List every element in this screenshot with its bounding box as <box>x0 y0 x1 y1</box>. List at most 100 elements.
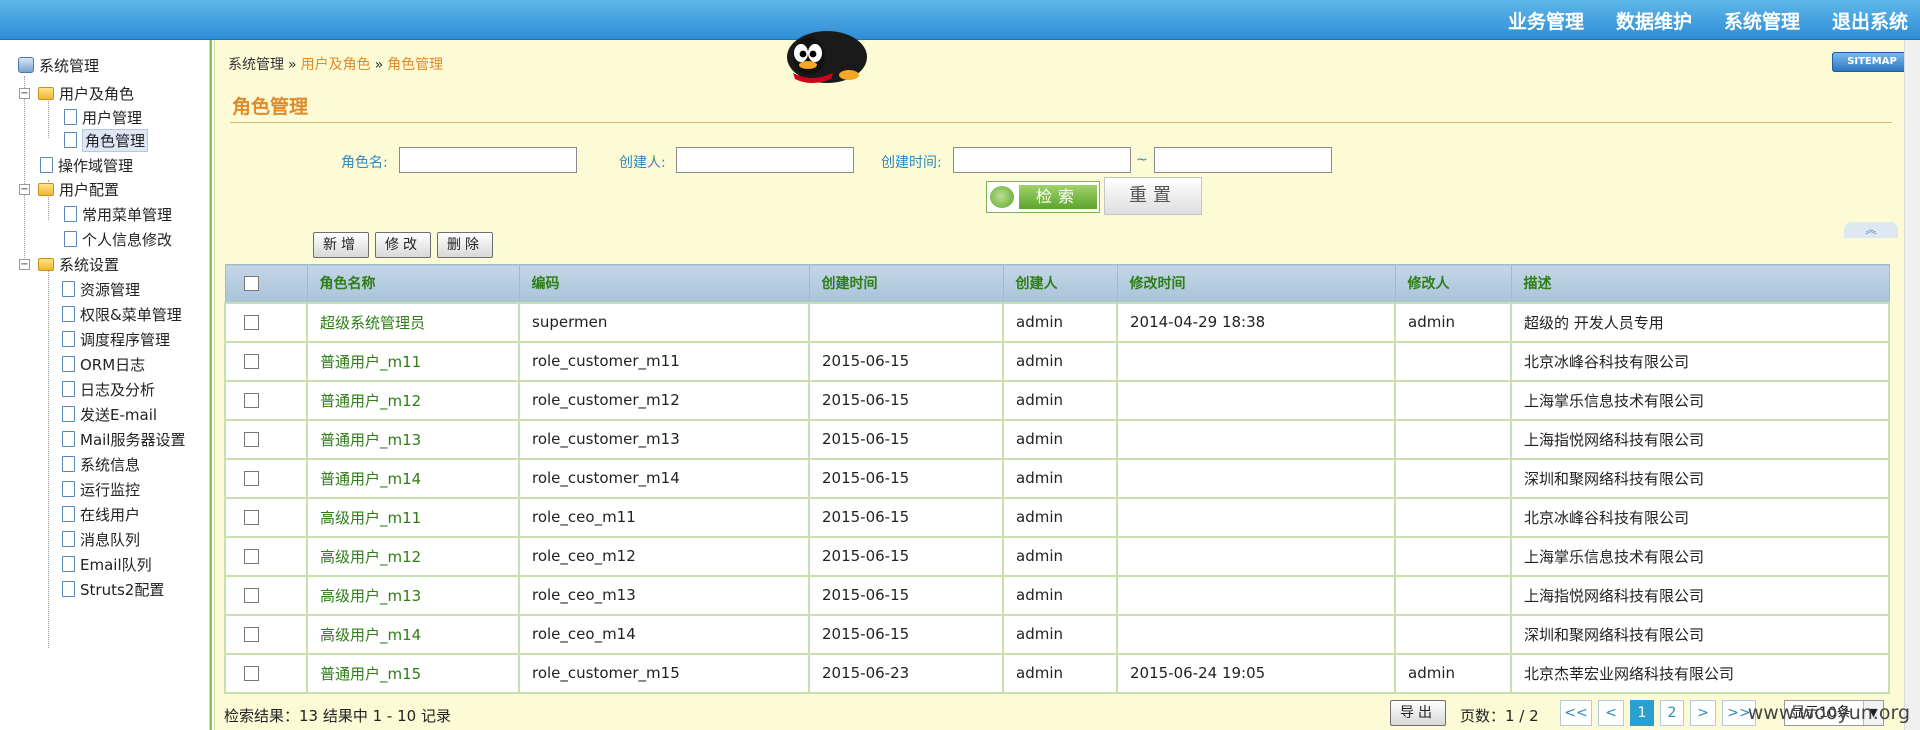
sidebar-item-role-management[interactable]: 角色管理 <box>64 128 149 152</box>
creator-cell: admin <box>1002 418 1118 460</box>
role-name-cell[interactable]: 高级用户_m13 <box>306 574 520 616</box>
page-2-button[interactable]: 2 <box>1660 700 1684 726</box>
sidebar-item-system-info[interactable]: 系统信息 <box>62 453 140 475</box>
sidebar-item-domain-management[interactable]: 操作域管理 <box>40 154 133 176</box>
export-button[interactable]: 导出 <box>1390 700 1446 726</box>
add-button[interactable]: 新增 <box>313 232 369 258</box>
first-page-button[interactable]: << <box>1560 700 1592 726</box>
select-all-checkbox[interactable] <box>243 275 259 291</box>
reset-button[interactable]: 重置 <box>1104 177 1202 215</box>
modified-time-cell <box>1116 496 1396 538</box>
role-name-cell[interactable]: 高级用户_m11 <box>306 496 520 538</box>
breadcrumb-users-and-roles[interactable]: 用户及角色 <box>301 57 371 73</box>
row-checkbox[interactable] <box>244 588 259 603</box>
sidebar-item-user-config[interactable]: 用户配置 <box>38 178 119 200</box>
folder-open-icon <box>38 86 54 100</box>
page-icon <box>62 456 75 472</box>
description-cell: 上海指悦网络科技有限公司 <box>1510 574 1890 616</box>
sitemap-button[interactable]: SITEMAP <box>1832 52 1912 72</box>
row-checkbox[interactable] <box>244 432 259 447</box>
row-checkbox[interactable] <box>244 354 259 369</box>
prev-page-button[interactable]: < <box>1598 700 1624 726</box>
row-checkbox[interactable] <box>244 315 259 330</box>
sidebar-item-send-email[interactable]: 发送E-mail <box>62 403 157 425</box>
role-name-cell[interactable]: 超级系统管理员 <box>306 301 520 343</box>
page-1-button[interactable]: 1 <box>1630 700 1654 726</box>
breadcrumb-root[interactable]: 系统管理 <box>228 57 284 73</box>
column-header-code[interactable]: 编码 <box>518 264 810 303</box>
code-cell: supermen <box>518 301 810 343</box>
tree-root-system-management[interactable]: 系统管理 <box>18 54 99 76</box>
sidebar-item-orm-log[interactable]: ORM日志 <box>62 353 145 375</box>
row-checkbox[interactable] <box>244 627 259 642</box>
sidebar-item-common-menu[interactable]: 常用菜单管理 <box>64 203 172 225</box>
role-name-cell[interactable]: 普通用户_m13 <box>306 418 520 460</box>
sidebar-item-monitoring[interactable]: 运行监控 <box>62 478 140 500</box>
next-page-button[interactable]: > <box>1690 700 1716 726</box>
search-button[interactable]: 检索 <box>986 181 1100 213</box>
main-scrollbar[interactable] <box>1904 40 1920 730</box>
creator-cell: admin <box>1002 457 1118 499</box>
sidebar-item-users-and-roles[interactable]: 用户及角色 <box>38 82 134 104</box>
top-bar: 业务管理 数据维护 系统管理 退出系统 <box>0 0 1920 40</box>
sidebar-item-scheduler[interactable]: 调度程序管理 <box>62 328 170 350</box>
computer-icon <box>18 57 34 73</box>
row-checkbox[interactable] <box>244 666 259 681</box>
column-header-creator[interactable]: 创建人 <box>1002 264 1118 303</box>
created-time-label: 创建时间: <box>881 155 942 171</box>
description-cell: 北京杰莘宏业网络科技有限公司 <box>1510 652 1890 694</box>
page-icon <box>62 531 75 547</box>
sidebar-item-email-queue[interactable]: Email队列 <box>62 553 152 575</box>
collapse-toggle-icon[interactable]: − <box>19 184 30 195</box>
sidebar-item-profile-edit[interactable]: 个人信息修改 <box>64 228 172 250</box>
modifier-cell <box>1394 457 1512 499</box>
row-checkbox[interactable] <box>244 471 259 486</box>
sidebar-item-log-analysis[interactable]: 日志及分析 <box>62 378 155 400</box>
sidebar-item-permission-menu[interactable]: 权限&菜单管理 <box>62 303 182 325</box>
sidebar-item-message-queue[interactable]: 消息队列 <box>62 528 140 550</box>
modified-time-cell <box>1116 418 1396 460</box>
edit-button[interactable]: 修改 <box>375 232 431 258</box>
role-name-input[interactable] <box>399 147 577 173</box>
role-name-cell[interactable]: 普通用户_m15 <box>306 652 520 694</box>
created-time-cell: 2015-06-15 <box>808 535 1004 577</box>
description-cell: 上海掌乐信息技术有限公司 <box>1510 535 1890 577</box>
modified-time-cell <box>1116 457 1396 499</box>
nav-business[interactable]: 业务管理 <box>1508 7 1584 34</box>
role-name-label: 角色名: <box>341 155 388 171</box>
column-header-modified-time[interactable]: 修改时间 <box>1116 264 1396 303</box>
collapse-toggle-icon[interactable]: − <box>19 88 30 99</box>
row-checkbox[interactable] <box>244 510 259 525</box>
delete-button[interactable]: 删除 <box>437 232 493 258</box>
role-name-cell[interactable]: 高级用户_m12 <box>306 535 520 577</box>
page-icon <box>64 206 77 222</box>
collapse-toggle-icon[interactable]: − <box>19 259 30 270</box>
created-time-cell <box>808 301 1004 343</box>
sidebar-item-struts2-config[interactable]: Struts2配置 <box>62 578 164 600</box>
modified-time-cell: 2015-06-24 19:05 <box>1116 652 1396 694</box>
column-header-role-name[interactable]: 角色名称 <box>306 264 520 303</box>
sidebar-item-online-users[interactable]: 在线用户 <box>62 503 140 525</box>
column-header-description[interactable]: 描述 <box>1510 264 1890 303</box>
nav-logout[interactable]: 退出系统 <box>1832 7 1908 34</box>
created-time-end-input[interactable] <box>1154 147 1332 173</box>
role-name-cell[interactable]: 普通用户_m14 <box>306 457 520 499</box>
sidebar-divider[interactable] <box>210 40 212 730</box>
breadcrumb-role-management[interactable]: 角色管理 <box>387 57 443 73</box>
created-time-start-input[interactable] <box>953 147 1131 173</box>
row-checkbox[interactable] <box>244 393 259 408</box>
column-header-modifier[interactable]: 修改人 <box>1394 264 1512 303</box>
sidebar-item-system-settings[interactable]: 系统设置 <box>38 253 119 275</box>
role-name-cell[interactable]: 普通用户_m12 <box>306 379 520 421</box>
sidebar-item-mail-server[interactable]: Mail服务器设置 <box>62 428 185 450</box>
role-name-cell[interactable]: 高级用户_m14 <box>306 613 520 655</box>
sidebar-item-resource-management[interactable]: 资源管理 <box>62 278 140 300</box>
nav-system-management[interactable]: 系统管理 <box>1724 7 1800 34</box>
sidebar-item-user-management[interactable]: 用户管理 <box>64 106 142 128</box>
collapse-search-button[interactable]: ︽ <box>1844 222 1898 238</box>
role-name-cell[interactable]: 普通用户_m11 <box>306 340 520 382</box>
creator-input[interactable] <box>676 147 854 173</box>
row-checkbox[interactable] <box>244 549 259 564</box>
nav-data-maintenance[interactable]: 数据维护 <box>1616 7 1692 34</box>
column-header-created-time[interactable]: 创建时间 <box>808 264 1004 303</box>
